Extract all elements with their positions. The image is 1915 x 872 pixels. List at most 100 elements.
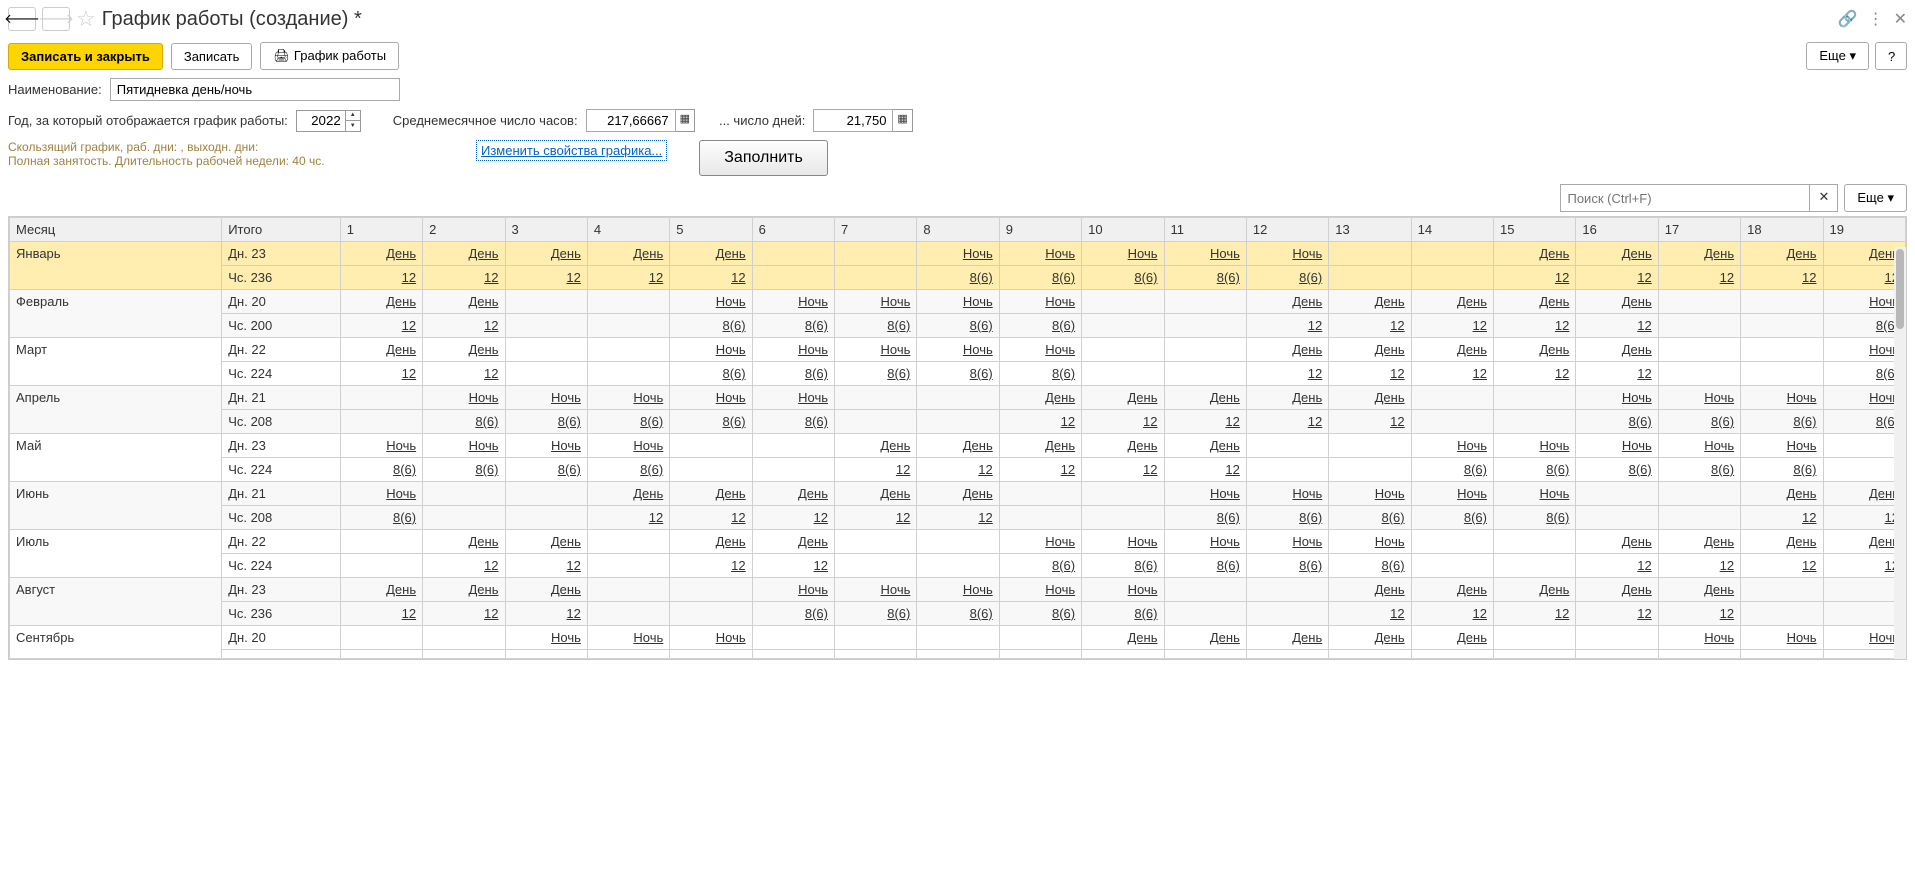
day-type-link[interactable]: Ночь [1704,438,1734,453]
day-type-link[interactable]: Ночь [1622,390,1652,405]
day-hours-cell[interactable]: 12 [917,506,999,530]
day-type-cell[interactable]: День [999,386,1081,410]
day-type-cell[interactable]: День [1329,386,1411,410]
day-type-cell[interactable]: День [1411,338,1493,362]
day-type-cell[interactable]: День [917,434,999,458]
day-hours-cell[interactable]: 8(6) [999,602,1081,626]
day-hours-cell[interactable]: 8(6) [999,314,1081,338]
day-hours-link[interactable]: 8(6) [1382,510,1405,525]
day-type-cell[interactable] [1741,290,1823,314]
change-props-link[interactable]: Изменить свойства графика... [476,140,667,161]
day-hours-link[interactable]: 12 [1390,414,1404,429]
day-type-cell[interactable]: Ночь [505,434,587,458]
day-type-link[interactable]: Ночь [1375,534,1405,549]
day-type-cell[interactable]: День [1576,242,1658,266]
day-type-cell[interactable]: День [1329,338,1411,362]
day-hours-cell[interactable] [670,458,752,482]
day-type-cell[interactable] [917,530,999,554]
day-type-cell[interactable]: Ночь [1246,242,1328,266]
day-type-link[interactable]: День [880,486,910,501]
day-type-cell[interactable]: День [340,338,422,362]
day-hours-cell[interactable] [752,650,834,659]
day-hours-link[interactable]: 8(6) [393,510,416,525]
day-hours-link[interactable]: 8(6) [1134,606,1157,621]
day-type-cell[interactable] [835,626,917,650]
table-row[interactable] [10,650,1906,659]
day-type-cell[interactable] [752,434,834,458]
day-type-cell[interactable]: День [1246,338,1328,362]
day-hours-cell[interactable] [670,650,752,659]
day-type-cell[interactable]: Ночь [1658,434,1740,458]
day-hours-cell[interactable] [670,602,752,626]
day-type-cell[interactable]: День [1741,530,1823,554]
header-day-12[interactable]: 12 [1246,218,1328,242]
day-type-link[interactable]: Ночь [1787,438,1817,453]
day-hours-cell[interactable]: 8(6) [1082,602,1164,626]
day-type-cell[interactable]: Ночь [587,626,669,650]
day-hours-link[interactable]: 8(6) [1052,366,1075,381]
year-input[interactable] [296,110,346,132]
day-type-cell[interactable]: День [1576,578,1658,602]
day-hours-link[interactable]: 8(6) [393,462,416,477]
day-hours-cell[interactable] [1494,650,1576,659]
day-hours-cell[interactable] [1082,650,1164,659]
table-row[interactable]: ЯнварьДн. 23ДеньДеньДеньДеньДеньНочьНочь… [10,242,1906,266]
day-type-link[interactable]: День [551,534,581,549]
day-type-cell[interactable] [1164,578,1246,602]
day-hours-cell[interactable] [587,602,669,626]
day-type-link[interactable]: Ночь [1045,246,1075,261]
day-hours-link[interactable]: 12 [649,510,663,525]
day-hours-cell[interactable] [1576,506,1658,530]
day-hours-cell[interactable] [1411,266,1493,290]
day-type-link[interactable]: День [1622,342,1652,357]
day-type-cell[interactable]: Ночь [1411,434,1493,458]
day-type-link[interactable]: День [1375,582,1405,597]
month-cell[interactable]: Июль [10,530,222,578]
day-type-cell[interactable]: Ночь [1082,578,1164,602]
day-hours-cell[interactable] [1741,650,1823,659]
day-type-link[interactable]: День [1787,486,1817,501]
header-day-14[interactable]: 14 [1411,218,1493,242]
day-hours-cell[interactable]: 8(6) [670,410,752,434]
day-type-cell[interactable]: Ночь [423,434,505,458]
day-hours-cell[interactable] [505,314,587,338]
day-type-cell[interactable]: Ночь [917,290,999,314]
day-type-link[interactable]: День [1787,534,1817,549]
month-cell[interactable]: Апрель [10,386,222,434]
vertical-scrollbar[interactable] [1894,247,1906,659]
day-type-cell[interactable]: День [1411,626,1493,650]
day-hours-cell[interactable]: 12 [1164,458,1246,482]
save-button[interactable]: Записать [171,43,253,70]
day-type-link[interactable]: День [1539,294,1569,309]
day-type-cell[interactable]: День [752,482,834,506]
day-type-cell[interactable]: День [1741,482,1823,506]
day-hours-cell[interactable]: 8(6) [1658,458,1740,482]
day-type-link[interactable]: День [880,438,910,453]
day-hours-link[interactable]: 12 [1720,558,1734,573]
day-type-link[interactable]: День [1622,246,1652,261]
day-type-link[interactable]: Ночь [1457,486,1487,501]
day-type-cell[interactable]: День [340,578,422,602]
day-hours-cell[interactable]: 12 [423,314,505,338]
day-type-cell[interactable] [670,578,752,602]
day-type-cell[interactable]: Ночь [1658,386,1740,410]
day-hours-link[interactable]: 12 [978,510,992,525]
day-hours-cell[interactable]: 8(6) [752,410,834,434]
day-hours-cell[interactable]: 12 [1576,602,1658,626]
day-hours-cell[interactable]: 8(6) [752,314,834,338]
day-hours-cell[interactable] [1494,410,1576,434]
day-hours-cell[interactable]: 12 [835,458,917,482]
day-hours-cell[interactable] [1411,410,1493,434]
day-hours-cell[interactable]: 8(6) [670,314,752,338]
day-type-cell[interactable]: День [505,530,587,554]
day-hours-link[interactable]: 8(6) [475,462,498,477]
day-type-cell[interactable]: День [670,242,752,266]
day-hours-cell[interactable]: 8(6) [1164,506,1246,530]
day-type-link[interactable]: День [386,342,416,357]
day-hours-cell[interactable]: 8(6) [1082,554,1164,578]
day-hours-cell[interactable]: 8(6) [1411,506,1493,530]
day-type-link[interactable]: Ночь [1045,294,1075,309]
day-hours-cell[interactable]: 8(6) [752,602,834,626]
day-type-cell[interactable] [835,530,917,554]
day-type-link[interactable]: Ночь [551,438,581,453]
